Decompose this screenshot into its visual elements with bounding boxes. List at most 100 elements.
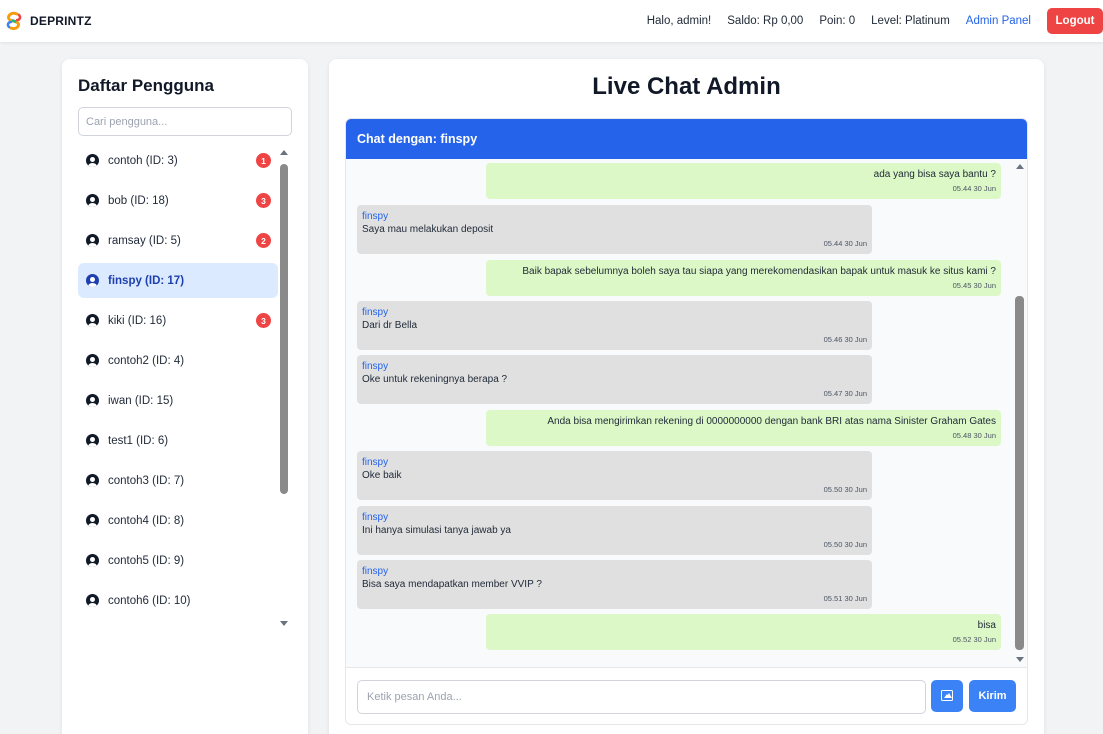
message-input-bar: Kirim [346, 667, 1027, 724]
chat-page-title: Live Chat Admin [592, 73, 781, 100]
message-timestamp: 05.44 30 Jun [952, 184, 996, 193]
message-list: ada yang bisa saya bantu ? 05.44 30 Jun fi… [346, 159, 1014, 667]
user-item[interactable]: kiki (ID: 16) 3 [78, 303, 278, 338]
user-avatar-icon [86, 234, 99, 247]
user-label: test1 (ID: 6) [108, 434, 169, 447]
scroll-down-arrow-icon[interactable] [1015, 657, 1024, 662]
message-text: Bisa saya mendapatkan member VVIP ? [362, 579, 542, 590]
user-label: finspy (ID: 17) [108, 274, 185, 287]
user-avatar-icon [86, 274, 99, 287]
upload-image-button[interactable] [931, 680, 963, 712]
top-navbar: DEPRINTZ Halo, admin! Saldo: Rp 0,00 Poi… [0, 0, 1103, 42]
brand-name: DEPRINTZ [30, 14, 92, 28]
incoming-message: finspy Ini hanya simulasi tanya jawab ya 0… [357, 506, 872, 555]
user-search-input[interactable] [78, 107, 292, 136]
message-timestamp: 05.46 30 Jun [823, 335, 867, 344]
message-sender: finspy [362, 361, 389, 372]
send-button[interactable]: Kirim [969, 680, 1016, 712]
chat-box: Chat dengan: finspy ada yang bisa saya b… [345, 118, 1028, 725]
message-timestamp: 05.52 30 Jun [952, 635, 996, 644]
brand[interactable]: DEPRINTZ [4, 11, 92, 31]
user-avatar-icon [86, 434, 99, 447]
user-avatar-icon [86, 594, 99, 607]
user-panel-title: Daftar Pengguna [78, 76, 215, 95]
user-item[interactable]: iwan (ID: 15) [78, 383, 278, 418]
outgoing-message: ada yang bisa saya bantu ? 05.44 30 Jun [486, 163, 1001, 199]
user-label: contoh5 (ID: 9) [108, 554, 185, 567]
message-text: bisa [977, 620, 996, 631]
user-item[interactable]: contoh3 (ID: 7) [78, 463, 278, 498]
scroll-down-arrow-icon[interactable] [280, 621, 288, 626]
outgoing-message: Anda bisa mengirimkan rekening di 000000… [486, 410, 1001, 446]
user-label: contoh3 (ID: 7) [108, 474, 185, 487]
chat-scrollbar[interactable] [1015, 164, 1024, 662]
user-item[interactable]: contoh4 (ID: 8) [78, 503, 278, 538]
message-timestamp: 05.48 30 Jun [952, 431, 996, 440]
poin-text: Poin: 0 [819, 15, 856, 27]
user-label: kiki (ID: 16) [108, 314, 167, 327]
user-item[interactable]: bob (ID: 18) 3 [78, 183, 278, 218]
user-label: contoh6 (ID: 10) [108, 594, 191, 607]
user-avatar-icon [86, 554, 99, 567]
admin-panel-link[interactable]: Admin Panel [966, 15, 1031, 27]
unread-badge: 2 [256, 233, 271, 248]
message-timestamp: 05.45 30 Jun [952, 281, 996, 290]
incoming-message: finspy Dari dr Bella 05.46 30 Jun [357, 301, 872, 350]
message-text: Saya mau melakukan deposit [362, 224, 494, 235]
message-text: Dari dr Bella [362, 320, 418, 331]
user-item[interactable]: test1 (ID: 6) [78, 423, 278, 458]
user-avatar-icon [86, 314, 99, 327]
scroll-up-arrow-icon[interactable] [280, 150, 288, 155]
user-list-scrollbar[interactable] [280, 150, 288, 626]
user-item[interactable]: contoh6 (ID: 10) [78, 583, 278, 618]
user-label: iwan (ID: 15) [108, 394, 174, 407]
outgoing-message: bisa 05.52 30 Jun [486, 614, 1001, 650]
scrollbar-thumb[interactable] [280, 164, 288, 494]
user-label: contoh (ID: 3) [108, 154, 178, 167]
user-label: bob (ID: 18) [108, 194, 169, 207]
user-item[interactable]: ramsay (ID: 5) 2 [78, 223, 278, 258]
message-text: Oke untuk rekeningnya berapa ? [362, 374, 508, 385]
level-text: Level: Platinum [871, 15, 950, 27]
outgoing-message: Baik bapak sebelumnya boleh saya tau sia… [486, 260, 1001, 296]
logout-button[interactable]: Logout [1047, 8, 1103, 34]
user-avatar-icon [86, 474, 99, 487]
scrollbar-thumb[interactable] [1015, 296, 1024, 650]
user-label: contoh4 (ID: 8) [108, 514, 185, 527]
image-icon [941, 690, 953, 701]
scroll-up-arrow-icon[interactable] [1015, 164, 1024, 169]
message-sender: finspy [362, 211, 389, 222]
nav-right: Halo, admin! Saldo: Rp 0,00 Poin: 0 Leve… [647, 0, 1103, 42]
incoming-message: finspy Oke untuk rekeningnya berapa ? 05.4… [357, 355, 872, 404]
chat-header: Chat dengan: finspy [346, 119, 1027, 159]
user-avatar-icon [86, 514, 99, 527]
message-text: Baik bapak sebelumnya boleh saya tau sia… [522, 266, 996, 277]
user-avatar-icon [86, 194, 99, 207]
user-item[interactable]: contoh2 (ID: 4) [78, 343, 278, 378]
message-text: Anda bisa mengirimkan rekening di 000000… [547, 416, 996, 427]
user-avatar-icon [86, 354, 99, 367]
user-item[interactable]: contoh5 (ID: 9) [78, 543, 278, 578]
message-input[interactable] [357, 680, 926, 714]
user-item[interactable]: contoh (ID: 3) 1 [78, 143, 278, 178]
message-timestamp: 05.51 30 Jun [823, 594, 867, 603]
user-item[interactable]: finspy (ID: 17) [78, 263, 278, 298]
user-list: contoh (ID: 3) 1 bob (ID: 18) 3 ramsay (ID: … [78, 143, 278, 623]
chat-panel: Live Chat Admin Chat dengan: finspy ada … [329, 59, 1044, 734]
message-sender: finspy [362, 307, 389, 318]
message-sender: finspy [362, 566, 389, 577]
unread-badge: 3 [256, 193, 271, 208]
message-text: Ini hanya simulasi tanya jawab ya [362, 525, 511, 536]
incoming-message: finspy Oke baik 05.50 30 Jun [357, 451, 872, 500]
message-timestamp: 05.44 30 Jun [823, 239, 867, 248]
user-avatar-icon [86, 154, 99, 167]
user-avatar-icon [86, 394, 99, 407]
message-timestamp: 05.47 30 Jun [823, 389, 867, 398]
message-text: Oke baik [362, 470, 402, 481]
message-sender: finspy [362, 512, 389, 523]
message-text: ada yang bisa saya bantu ? [873, 169, 996, 180]
user-label: contoh2 (ID: 4) [108, 354, 185, 367]
message-timestamp: 05.50 30 Jun [823, 485, 867, 494]
deprintz-logo-icon [6, 11, 22, 30]
unread-badge: 3 [256, 313, 271, 328]
